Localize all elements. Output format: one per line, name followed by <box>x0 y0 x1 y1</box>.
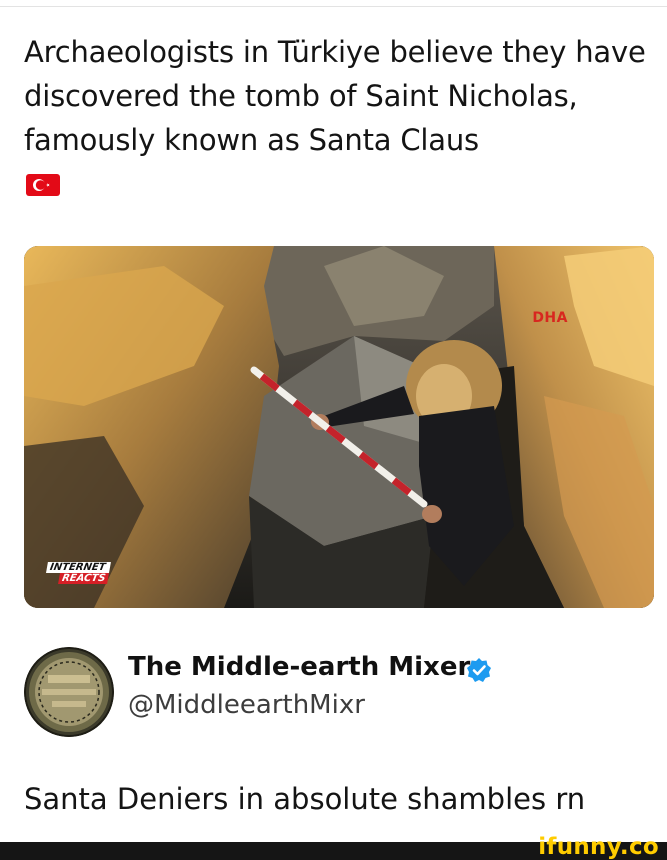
post-headline: Archaeologists in Türkiye believe they h… <box>24 35 646 157</box>
internet-reacts-badge: INTERNET REACTS <box>44 562 112 584</box>
avatar[interactable] <box>24 647 114 737</box>
dha-watermark: DHA <box>532 310 568 326</box>
badge-line-2: REACTS <box>58 573 110 584</box>
account-name[interactable]: The Middle-earth Mixer <box>128 652 470 682</box>
news-photo[interactable]: DHA INTERNET REACTS <box>24 246 654 608</box>
ifunny-logo[interactable]: ifunny.co <box>538 834 659 860</box>
tweet-text: Santa Deniers in absolute shambles rn <box>24 782 586 816</box>
account-handle[interactable]: @MiddleearthMixr <box>128 690 365 720</box>
top-divider <box>0 6 667 7</box>
footer-bar: ifunny.co <box>0 834 667 860</box>
verified-badge-icon <box>466 657 492 683</box>
badge-line-1: INTERNET <box>46 562 112 573</box>
turkey-flag-icon <box>26 174 60 196</box>
